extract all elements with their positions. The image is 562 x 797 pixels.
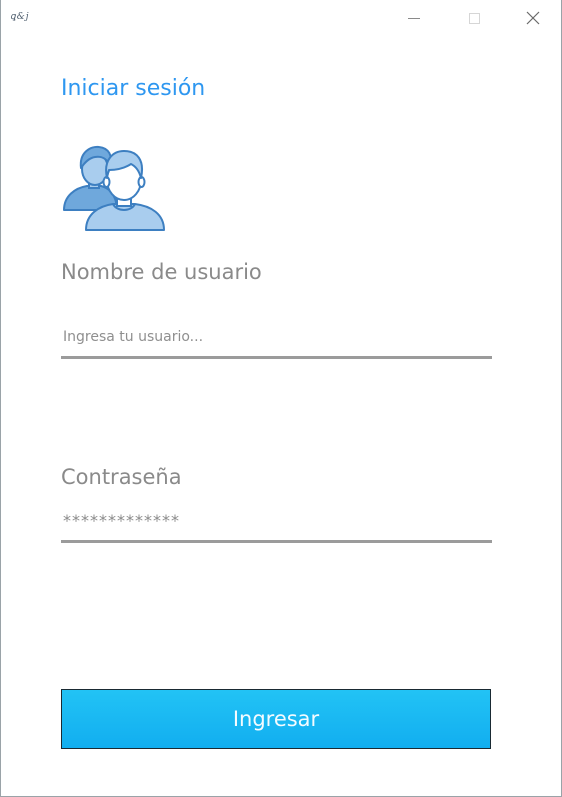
- minimize-button[interactable]: [385, 0, 443, 36]
- username-label: Nombre de usuario: [61, 260, 262, 284]
- password-label: Contraseña: [61, 465, 182, 489]
- login-button[interactable]: Ingresar: [61, 689, 491, 749]
- password-input[interactable]: [61, 500, 492, 543]
- close-button[interactable]: [503, 0, 561, 36]
- users-icon: [63, 145, 165, 231]
- minimize-icon: [408, 18, 420, 19]
- page-title: Iniciar sesión: [61, 76, 206, 101]
- app-icon: ꝗ&j: [10, 12, 30, 22]
- maximize-button[interactable]: [445, 0, 503, 36]
- close-icon: [526, 11, 540, 25]
- login-window: ꝗ&j Iniciar sesión Nombre de usuario Ing…: [0, 0, 562, 797]
- title-bar[interactable]: ꝗ&j: [1, 0, 561, 36]
- maximize-icon: [469, 13, 480, 24]
- username-input[interactable]: [61, 318, 492, 359]
